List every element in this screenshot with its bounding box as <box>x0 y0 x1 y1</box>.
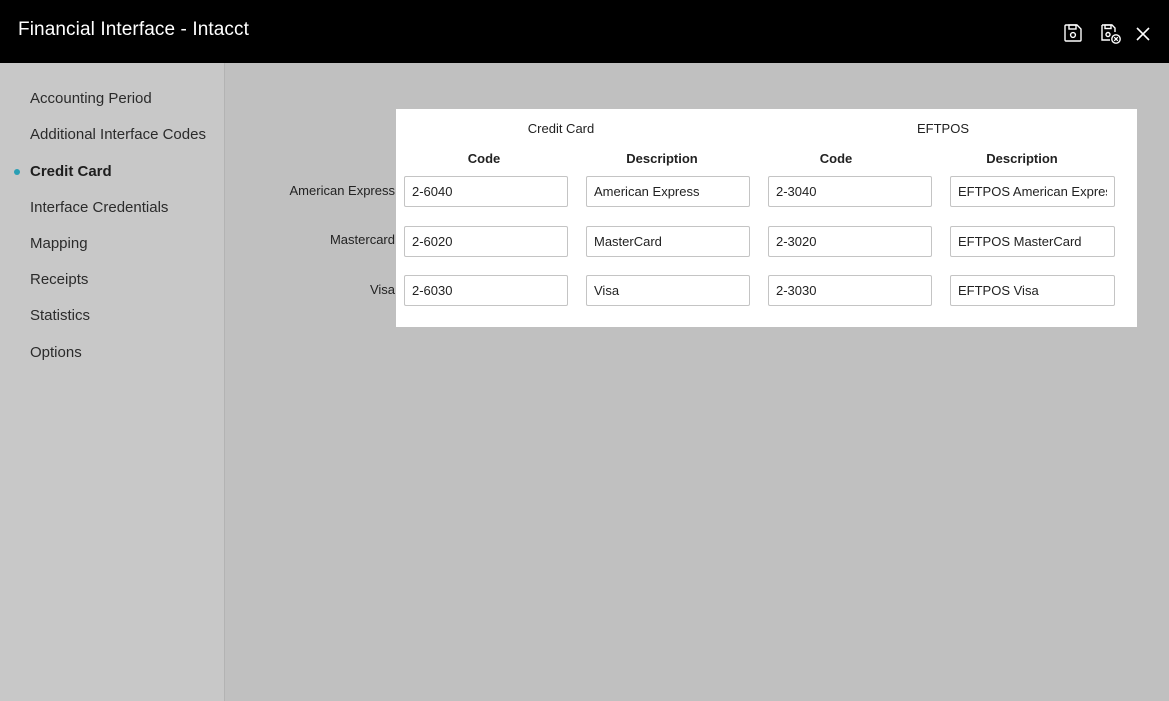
eftpos-description-input-visa[interactable] <box>950 275 1115 306</box>
row-label-visa: Visa <box>369 282 395 297</box>
close-icon <box>1136 27 1150 41</box>
eftpos-description-input-american-express[interactable] <box>950 176 1115 207</box>
sidebar-item-additional-interface-codes[interactable]: Additional Interface Codes <box>30 126 206 143</box>
save-close-icon <box>1101 24 1121 44</box>
save-icon <box>1064 24 1082 42</box>
sidebar-item-mapping[interactable]: Mapping <box>30 235 88 252</box>
column-header-eftpos-code: Code <box>819 151 853 166</box>
eftpos-description-input-mastercard[interactable] <box>950 226 1115 257</box>
column-header-eftpos-description: Description <box>986 151 1058 166</box>
eftpos-code-input-mastercard[interactable] <box>768 226 932 257</box>
cc-description-input-mastercard[interactable] <box>586 226 750 257</box>
close-button[interactable] <box>1131 21 1155 45</box>
sidebar-item-accounting-period[interactable]: Accounting Period <box>30 90 152 107</box>
eftpos-code-input-visa[interactable] <box>768 275 932 306</box>
eftpos-code-input-american-express[interactable] <box>768 176 932 207</box>
sidebar-item-credit-card[interactable]: Credit Card <box>30 163 112 180</box>
sidebar-item-options[interactable]: Options <box>30 344 82 361</box>
title-bar: Financial Interface - Intacct <box>0 0 1169 63</box>
row-label-american-express: American Express <box>289 183 395 198</box>
save-button[interactable] <box>1061 21 1085 45</box>
sidebar-item-receipts[interactable]: Receipts <box>30 271 88 288</box>
cc-code-input-visa[interactable] <box>404 275 568 306</box>
group-header-eftpos: EFTPOS <box>916 121 969 136</box>
window-title: Financial Interface - Intacct <box>18 19 250 40</box>
save-and-close-button[interactable] <box>1098 21 1122 45</box>
row-label-mastercard: Mastercard <box>329 232 395 247</box>
sidebar-item-statistics[interactable]: Statistics <box>30 307 90 324</box>
sidebar-item-interface-credentials[interactable]: Interface Credentials <box>30 199 168 216</box>
active-indicator-dot <box>14 169 20 175</box>
group-header-credit-card: Credit Card <box>527 121 595 136</box>
column-header-cc-description: Description <box>626 151 698 166</box>
cc-code-input-american-express[interactable] <box>404 176 568 207</box>
sidebar <box>0 63 225 701</box>
column-header-cc-code: Code <box>467 151 501 166</box>
cc-description-input-american-express[interactable] <box>586 176 750 207</box>
cc-description-input-visa[interactable] <box>586 275 750 306</box>
cc-code-input-mastercard[interactable] <box>404 226 568 257</box>
